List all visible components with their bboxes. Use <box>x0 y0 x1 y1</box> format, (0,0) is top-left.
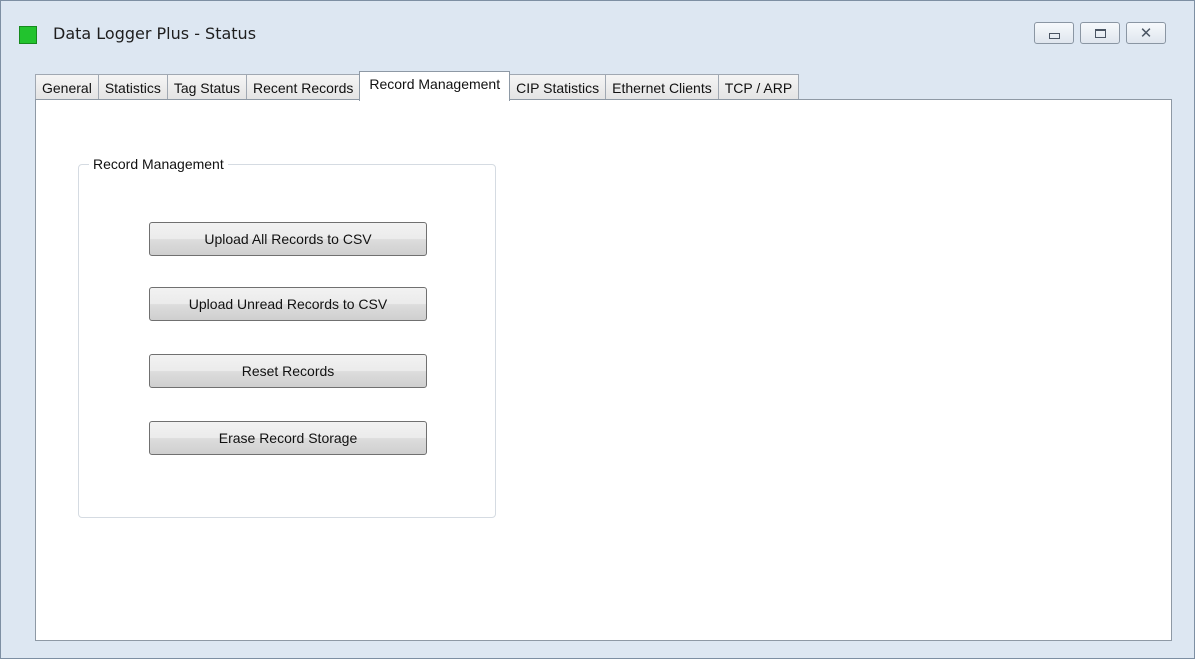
record-management-panel: Record Management Upload All Records to … <box>35 99 1172 641</box>
green-status-square-icon <box>19 26 37 44</box>
tab-ethernet-clients[interactable]: Ethernet Clients <box>605 74 719 100</box>
title-bar[interactable]: Data Logger Plus - Status ✕ <box>1 1 1194 65</box>
maximize-icon <box>1094 28 1106 38</box>
tab-statistics[interactable]: Statistics <box>97 74 168 100</box>
minimize-button[interactable] <box>1034 22 1074 44</box>
window-controls: ✕ <box>1034 22 1166 44</box>
tab-strip: General Statistics Tag Status Recent Rec… <box>35 71 800 101</box>
upload-unread-records-button[interactable]: Upload Unread Records to CSV <box>149 287 427 321</box>
group-title: Record Management <box>89 156 228 172</box>
tab-tcp-arp[interactable]: TCP / ARP <box>717 74 800 100</box>
close-button[interactable]: ✕ <box>1126 22 1166 44</box>
reset-records-button[interactable]: Reset Records <box>149 354 427 388</box>
tab-cip-statistics[interactable]: CIP Statistics <box>509 74 607 100</box>
status-window: Data Logger Plus - Status ✕ General Stat… <box>0 0 1195 659</box>
tab-record-management[interactable]: Record Management <box>359 71 511 101</box>
maximize-button[interactable] <box>1080 22 1120 44</box>
upload-all-records-button[interactable]: Upload All Records to CSV <box>149 222 427 256</box>
record-management-group: Record Management Upload All Records to … <box>78 156 496 518</box>
tab-tag-status[interactable]: Tag Status <box>166 74 247 100</box>
window-title: Data Logger Plus - Status <box>53 24 257 43</box>
tab-recent-records[interactable]: Recent Records <box>245 74 361 100</box>
erase-record-storage-button[interactable]: Erase Record Storage <box>149 421 427 455</box>
minimize-icon <box>1048 33 1060 39</box>
tab-general[interactable]: General <box>35 74 99 100</box>
close-icon: ✕ <box>1139 23 1153 42</box>
